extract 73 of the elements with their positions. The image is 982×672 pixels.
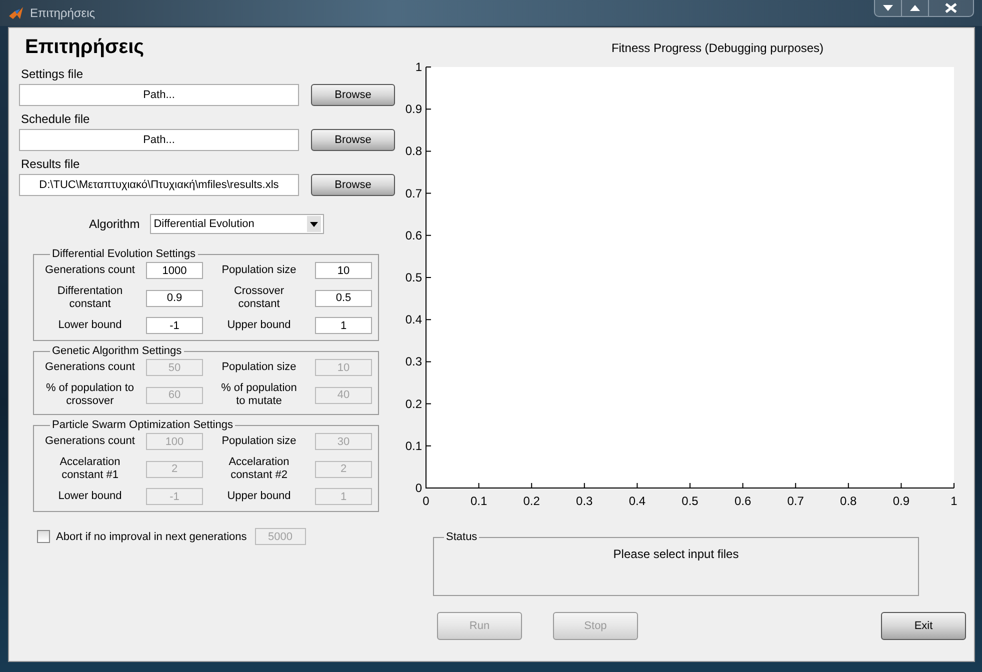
app-logo-icon	[8, 5, 24, 21]
app-heading: Επιτηρήσεις	[25, 36, 144, 59]
chart-title: Fitness Progress (Debugging purposes)	[611, 41, 824, 55]
y-tick-label: 0.4	[405, 312, 422, 327]
y-tick-label: 0.6	[405, 228, 422, 242]
status-title: Status	[445, 531, 478, 543]
setting-field[interactable]: 1000	[146, 262, 203, 279]
down-triangle-icon	[883, 5, 893, 11]
setting-label: Differentation constant	[56, 285, 124, 311]
y-tick-label: 0.2	[405, 396, 422, 411]
x-tick-label: 1	[950, 494, 958, 508]
window-title: Επιτηρήσεις	[30, 6, 96, 20]
group-title: Particle Swarm Optimization Settings	[51, 419, 234, 431]
y-tick-label: 0.1	[405, 438, 422, 453]
x-tick-label: 0.5	[682, 494, 698, 508]
close-icon	[945, 3, 957, 13]
browse-button[interactable]: Browse	[311, 129, 395, 151]
group-title: Differential Evolution Settings	[51, 248, 196, 260]
path-field[interactable]: D:\TUC\Μεταπτυχιακό\Πτυχιακή\mfiles\results.xls	[19, 174, 299, 196]
x-tick-label: 0.4	[628, 494, 646, 508]
setting-label: Population size	[220, 361, 298, 374]
setting-label: Generations count	[44, 361, 136, 374]
setting-label: Upper bound	[226, 319, 292, 332]
setting-field[interactable]: -1	[146, 317, 203, 334]
close-button[interactable]	[928, 0, 973, 16]
setting-label: Lower bound	[57, 319, 123, 332]
setting-field[interactable]: 1	[315, 317, 372, 334]
minimize-button[interactable]	[875, 0, 901, 16]
path-field[interactable]: Path...	[19, 84, 299, 106]
setting-label: % of population to crossover	[44, 382, 136, 408]
x-tick-label: 0.9	[892, 494, 910, 508]
setting-label: Crossover constant	[232, 285, 286, 311]
x-tick-label: 0.3	[576, 494, 593, 508]
setting-field[interactable]: 0.5	[315, 290, 372, 306]
group-title: Genetic Algorithm Settings	[51, 345, 183, 357]
y-tick-label: 1	[415, 60, 422, 74]
setting-field[interactable]: 10	[315, 262, 372, 279]
setting-label: Population size	[220, 435, 298, 448]
browse-button[interactable]: Browse	[311, 174, 395, 196]
dropdown-caret-icon	[310, 222, 318, 226]
maximize-button[interactable]	[901, 0, 928, 16]
setting-label: Generations count	[44, 435, 136, 448]
setting-label: % of population to mutate	[220, 382, 298, 408]
file-label: Settings file	[21, 67, 84, 81]
y-tick-label: 0.5	[405, 270, 422, 284]
setting-label: Upper bound	[226, 490, 292, 503]
y-tick-label: 0.9	[405, 102, 422, 116]
x-tick-label: 0.6	[734, 494, 752, 508]
path-field[interactable]: Path...	[19, 129, 299, 151]
setting-field[interactable]: 0.9	[146, 290, 203, 306]
x-tick-label: 0.1	[470, 494, 488, 508]
y-tick-label: 0.3	[405, 354, 422, 369]
setting-label: Accelaration constant #1	[58, 456, 122, 482]
y-tick-label: 0	[415, 481, 422, 495]
setting-label: Population size	[220, 264, 298, 277]
x-tick-label: 0.8	[840, 494, 857, 508]
algorithm-label: Algorithm	[89, 217, 140, 231]
setting-label: Lower bound	[57, 490, 123, 503]
y-tick-label: 0.8	[405, 144, 422, 158]
file-label: Results file	[21, 157, 80, 171]
setting-label: Generations count	[44, 264, 136, 277]
file-label: Schedule file	[21, 112, 90, 126]
x-tick-label: 0.2	[523, 494, 540, 508]
x-tick-label: 0	[422, 494, 430, 508]
up-triangle-icon	[910, 5, 920, 11]
y-tick-label: 0.7	[405, 186, 422, 200]
algorithm-dropdown[interactable]: Differential Evolution	[150, 214, 324, 234]
status-message: Please select input files	[613, 547, 739, 561]
x-tick-label: 0.7	[787, 494, 804, 508]
browse-button[interactable]: Browse	[311, 84, 395, 106]
action-button[interactable]: Exit	[881, 612, 966, 640]
abort-label: Abort if no improval in next generations	[56, 530, 247, 542]
setting-label: Accelaration constant #2	[228, 456, 290, 482]
